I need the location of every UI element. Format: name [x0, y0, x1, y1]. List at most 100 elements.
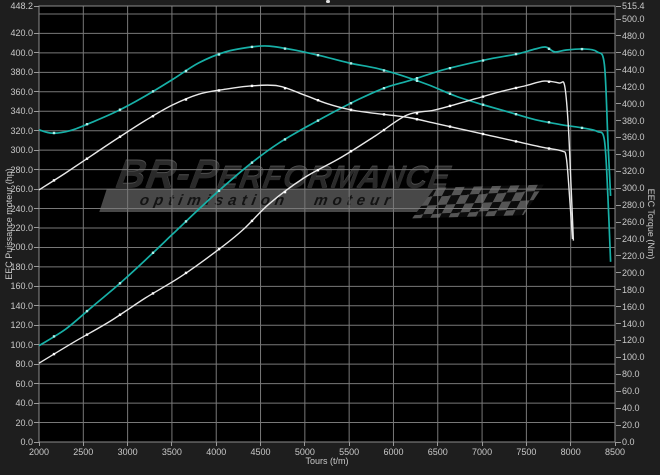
y-left-tick-mark: [34, 91, 39, 93]
y-left-tick-label: 180.0: [10, 261, 33, 272]
y-right-tick-mark: [616, 187, 621, 189]
y-left-tick-mark: [34, 71, 39, 73]
x-tick-label: 4500: [250, 447, 271, 457]
y-right-tick-label: 140.0: [622, 318, 645, 329]
x-tick-mark: [437, 442, 439, 446]
y-right-tick-label: 20.0: [622, 420, 640, 431]
x-tick-label: 5000: [294, 447, 315, 457]
y-right-tick-mark: [616, 238, 621, 240]
y-right-tick-mark: [616, 323, 621, 325]
y-left-tick-mark: [34, 32, 39, 34]
y-right-tick-label: 200.0: [622, 267, 645, 278]
y-right-tick-mark: [616, 120, 621, 122]
y-right-tick-mark: [616, 441, 621, 443]
y-right-tick-label: 80.0: [622, 369, 640, 380]
y-left-tick-mark: [34, 227, 39, 229]
y-left-tick-mark: [34, 130, 39, 132]
y-left-tick-label: 448.2: [10, 1, 33, 11]
plot-area: BR-PERFORMANCE optimisation moteur: [39, 6, 615, 442]
y-right-axis-title: EEC Torque (Nm): [646, 188, 656, 260]
y-left-tick-mark: [34, 324, 39, 326]
x-tick-label: 3500: [161, 447, 182, 457]
x-tick-mark: [260, 442, 262, 446]
y-right-tick-mark: [616, 289, 621, 291]
y-left-tick-label: 0.0: [20, 437, 33, 447]
x-tick-label: 2500: [73, 447, 94, 457]
y-right-tick-mark: [616, 103, 621, 105]
y-left-tick-label: 280.0: [10, 164, 33, 175]
y-right-tick-label: 260.0: [622, 217, 645, 228]
y-left-tick-label: 100.0: [10, 339, 33, 350]
x-tick-label: 3000: [117, 447, 138, 457]
y-left-tick-mark: [34, 344, 39, 346]
y-left-tick-label: 320.0: [10, 125, 33, 136]
x-tick-mark: [481, 442, 483, 446]
y-right-tick-mark: [616, 390, 621, 392]
y-left-tick-mark: [34, 52, 39, 54]
y-right-tick-label: 300.0: [622, 183, 645, 194]
x-tick-mark: [348, 442, 350, 446]
y-left-tick-mark: [34, 402, 39, 404]
y-left-tick-label: 360.0: [10, 86, 33, 97]
y-right-tick-mark: [616, 136, 621, 138]
y-right-tick-mark: [616, 407, 621, 409]
y-right-tick-mark: [616, 86, 621, 88]
y-left-tick-label: 60.0: [15, 378, 33, 389]
y-right-tick-mark: [616, 221, 621, 223]
x-tick-mark: [525, 442, 527, 446]
y-right-tick-label: 180.0: [622, 284, 645, 295]
y-left-tick-label: 200.0: [10, 242, 33, 253]
y-right-tick-label: 40.0: [622, 403, 640, 414]
y-left-tick-mark: [34, 149, 39, 151]
y-right-tick-label: 120.0: [622, 335, 645, 346]
y-right-tick-label: 240.0: [622, 233, 645, 244]
y-left-tick-label: 420.0: [10, 28, 33, 39]
y-left-tick-label: 40.0: [15, 398, 33, 409]
y-right-tick-mark: [616, 272, 621, 274]
y-right-tick-mark: [616, 170, 621, 172]
x-tick-label: 6000: [383, 447, 404, 457]
y-left-tick-label: 140.0: [10, 300, 33, 311]
y-right-tick-label: 480.0: [622, 30, 645, 41]
y-right-tick-mark: [616, 35, 621, 37]
y-right-tick-mark: [616, 5, 621, 7]
y-left-tick-label: 340.0: [10, 106, 33, 117]
y-right-tick-label: 220.0: [622, 250, 645, 261]
watermark-tagline-bar: optimisation moteur: [99, 189, 437, 212]
x-axis-title: Tours (t/m): [305, 456, 349, 466]
y-right-tick-mark: [616, 356, 621, 358]
y-left-tick-label: 380.0: [10, 67, 33, 78]
y-right-tick-label: 60.0: [622, 386, 640, 397]
x-tick-label: 8000: [560, 447, 581, 457]
y-left-tick-label: 260.0: [10, 184, 33, 195]
y-left-tick-label: 80.0: [15, 359, 33, 370]
y-left-tick-label: 400.0: [10, 47, 33, 58]
y-right-tick-mark: [616, 153, 621, 155]
y-right-tick-label: 500.0: [622, 14, 645, 25]
x-tick-mark: [304, 442, 306, 446]
y-right-tick-mark: [616, 69, 621, 71]
x-tick-label: 7000: [472, 447, 493, 457]
dyno-chart: BR-PERFORMANCE optimisation moteur EEC P…: [0, 0, 660, 475]
y-right-tick-label: 320.0: [622, 166, 645, 177]
x-tick-mark: [215, 442, 217, 446]
y-right-tick-mark: [616, 255, 621, 257]
y-right-tick-label: 420.0: [622, 81, 645, 92]
cropped-title-remnant: [326, 0, 330, 3]
y-left-tick-mark: [34, 5, 39, 7]
y-right-tick-label: 515.4: [622, 1, 645, 11]
y-left-tick-label: 240.0: [10, 203, 33, 214]
y-right-tick-label: 460.0: [622, 47, 645, 58]
y-right-tick-label: 100.0: [622, 352, 645, 363]
y-right-tick-mark: [616, 424, 621, 426]
y-left-tick-mark: [34, 110, 39, 112]
y-right-tick-label: 0.0: [622, 437, 635, 447]
x-tick-label: 7500: [516, 447, 537, 457]
y-left-tick-mark: [34, 208, 39, 210]
y-right-tick-mark: [616, 52, 621, 54]
x-tick-mark: [171, 442, 173, 446]
y-left-tick-mark: [34, 305, 39, 307]
y-left-tick-mark: [34, 266, 39, 268]
y-left-tick-mark: [34, 285, 39, 287]
y-left-tick-mark: [34, 188, 39, 190]
